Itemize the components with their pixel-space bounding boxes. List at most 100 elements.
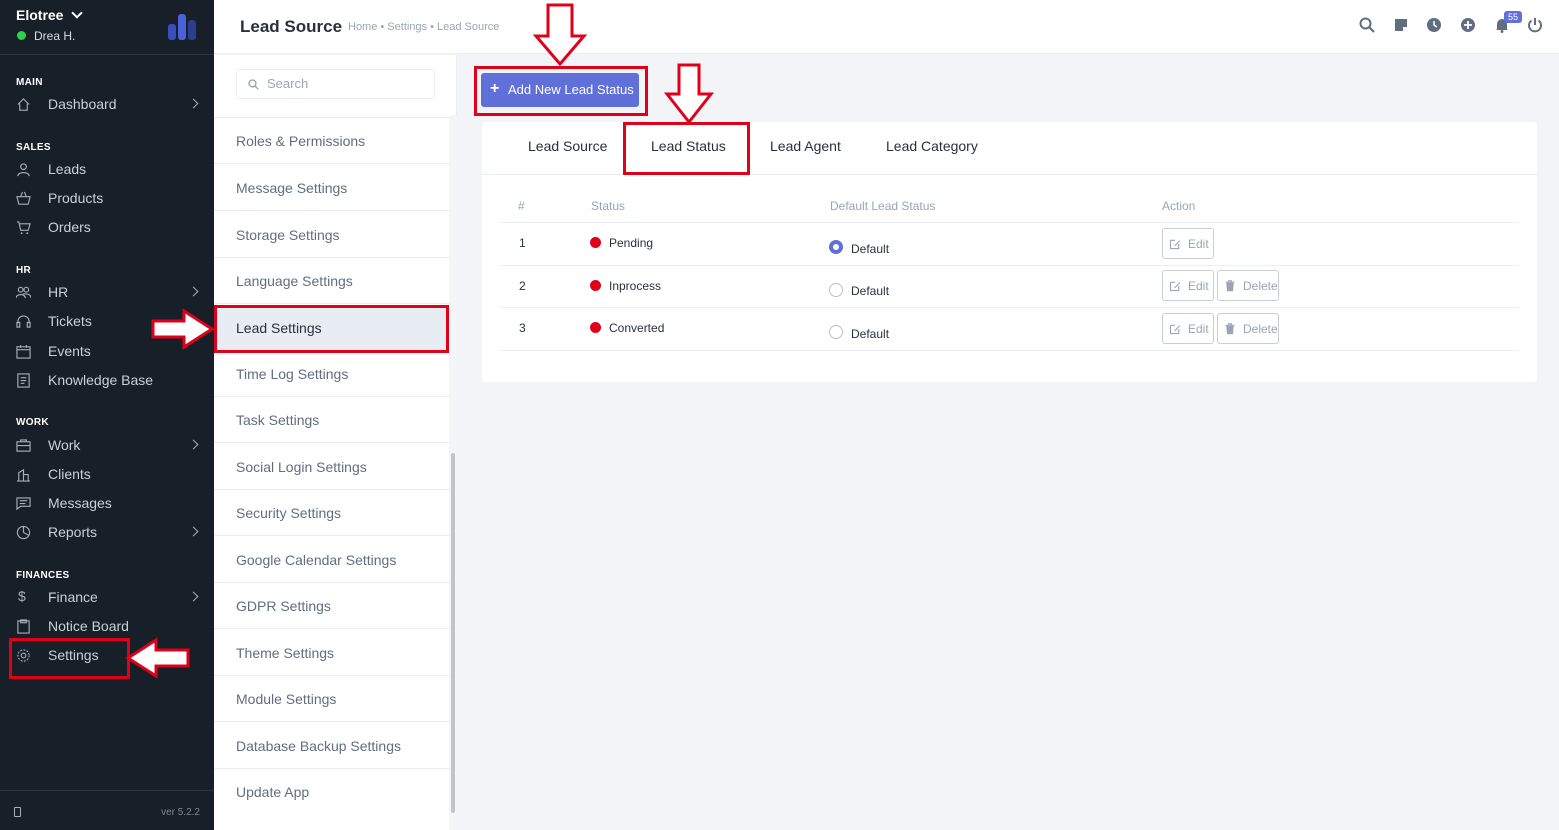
sidebar-item-label: Dashboard	[48, 96, 117, 112]
building-icon	[16, 468, 31, 482]
tab-lead-source[interactable]: Lead Source	[528, 138, 607, 154]
row-number: 1	[519, 236, 526, 250]
sidebar-item-knowledge-base[interactable]: Knowledge Base	[0, 366, 214, 394]
column-header-action: Action	[1162, 199, 1196, 213]
dollar-icon: $	[18, 588, 26, 604]
settings-item-module[interactable]: Module Settings	[214, 676, 449, 722]
workspace-name[interactable]: Elotree	[16, 7, 63, 23]
settings-search[interactable]	[236, 69, 435, 99]
sidebar-item-label: Products	[48, 190, 104, 206]
trash-icon	[1225, 280, 1235, 292]
sidebar-item-reports[interactable]: Reports	[0, 518, 214, 546]
edit-button[interactable]: Edit	[1162, 228, 1214, 259]
sidebar-item-dashboard[interactable]: Dashboard	[0, 90, 214, 118]
default-radio[interactable]	[829, 240, 843, 254]
sidebar-item-label: Reports	[48, 524, 98, 540]
chevron-right-icon	[188, 286, 199, 297]
edit-label: Edit	[1188, 322, 1209, 336]
briefcase-icon	[16, 439, 31, 452]
scrollbar-thumb[interactable]	[451, 453, 455, 813]
divider	[500, 307, 1519, 308]
settings-item-google-calendar[interactable]: Google Calendar Settings	[214, 537, 449, 583]
sidebar-item-label: Tickets	[48, 313, 92, 329]
delete-label: Delete	[1243, 279, 1278, 293]
annotation-arrow-down-icon	[532, 3, 588, 67]
settings-item-theme[interactable]: Theme Settings	[214, 630, 449, 676]
sidebar-item-finance[interactable]: $ Finance	[0, 583, 214, 611]
status-name: Pending	[609, 236, 654, 250]
tab-lead-agent[interactable]: Lead Agent	[770, 138, 841, 154]
sidebar-item-hr[interactable]: HR	[0, 278, 214, 306]
settings-search-input[interactable]	[267, 76, 427, 91]
settings-item-task[interactable]: Task Settings	[214, 397, 449, 443]
annotation-box-settings	[9, 638, 130, 679]
default-label: Default	[851, 284, 890, 298]
sidebar-item-leads[interactable]: Leads	[0, 155, 214, 183]
edit-icon	[1169, 239, 1181, 250]
annotation-box-lead-settings	[214, 305, 449, 353]
search-icon[interactable]	[1359, 17, 1375, 33]
edit-button[interactable]: Edit	[1162, 270, 1214, 301]
basket-icon	[16, 191, 31, 205]
user-icon	[17, 163, 30, 177]
settings-item-message[interactable]: Message Settings	[214, 165, 449, 211]
tab-lead-category[interactable]: Lead Category	[886, 138, 978, 154]
sidebar-item-messages[interactable]: Messages	[0, 489, 214, 517]
user-name[interactable]: Drea H.	[34, 29, 75, 43]
collapse-sidebar-icon[interactable]	[14, 807, 21, 817]
power-icon[interactable]	[1527, 17, 1543, 33]
sticky-note-icon[interactable]	[1393, 17, 1409, 33]
section-title-main: MAIN	[16, 77, 43, 88]
message-icon	[16, 497, 31, 511]
divider	[0, 54, 214, 55]
sidebar-item-label: Orders	[48, 219, 91, 235]
edit-button[interactable]: Edit	[1162, 313, 1214, 344]
settings-item-language[interactable]: Language Settings	[214, 258, 449, 304]
clock-icon[interactable]	[1426, 17, 1442, 33]
sidebar-item-notice-board[interactable]: Notice Board	[0, 612, 214, 640]
sidebar-item-products[interactable]: Products	[0, 184, 214, 212]
sidebar-item-work[interactable]: Work	[0, 431, 214, 459]
settings-item-time-log[interactable]: Time Log Settings	[214, 351, 449, 397]
default-label: Default	[851, 242, 890, 256]
headset-icon	[16, 315, 31, 328]
sidebar-item-clients[interactable]: Clients	[0, 460, 214, 488]
settings-item-roles-permissions[interactable]: Roles & Permissions	[214, 118, 449, 164]
cart-icon	[16, 221, 31, 235]
annotation-box-lead-status-tab	[623, 122, 750, 175]
default-radio[interactable]	[829, 325, 843, 339]
status-color-dot	[590, 237, 601, 248]
settings-item-database-backup[interactable]: Database Backup Settings	[214, 723, 449, 769]
sidebar-item-label: Clients	[48, 466, 91, 482]
status-name: Converted	[609, 321, 665, 335]
annotation-box-add-button	[474, 66, 648, 116]
settings-item-update-app[interactable]: Update App	[214, 769, 449, 815]
menu-item-label: Language Settings	[236, 273, 353, 289]
divider	[500, 350, 1519, 351]
menu-item-label: Time Log Settings	[236, 366, 349, 382]
section-title-finances: FINANCES	[16, 570, 70, 581]
edit-icon	[1169, 281, 1181, 292]
top-header: Lead Source Home • Settings • Lead Sourc…	[214, 0, 1559, 54]
sidebar-item-label: Knowledge Base	[48, 372, 154, 388]
sidebar-item-label: Work	[48, 437, 81, 453]
column-header-status: Status	[591, 199, 626, 213]
chevron-down-icon[interactable]	[71, 7, 83, 19]
edit-label: Edit	[1188, 237, 1209, 251]
menu-item-label: Database Backup Settings	[236, 738, 401, 754]
plus-circle-icon[interactable]	[1460, 17, 1476, 33]
settings-item-social-login[interactable]: Social Login Settings	[214, 444, 449, 490]
delete-button[interactable]: Delete	[1217, 313, 1279, 344]
sidebar-item-orders[interactable]: Orders	[0, 213, 214, 241]
chevron-right-icon	[188, 591, 199, 602]
annotation-arrow-down-icon	[663, 63, 715, 125]
settings-item-security[interactable]: Security Settings	[214, 490, 449, 536]
delete-button[interactable]: Delete	[1217, 270, 1279, 301]
menu-item-label: Security Settings	[236, 505, 342, 521]
chevron-right-icon	[188, 526, 199, 537]
settings-item-gdpr[interactable]: GDPR Settings	[214, 583, 449, 629]
settings-item-storage[interactable]: Storage Settings	[214, 212, 449, 258]
app-logo-icon[interactable]	[166, 12, 198, 42]
default-radio[interactable]	[829, 283, 843, 297]
breadcrumb[interactable]: Home • Settings • Lead Source	[348, 21, 499, 33]
